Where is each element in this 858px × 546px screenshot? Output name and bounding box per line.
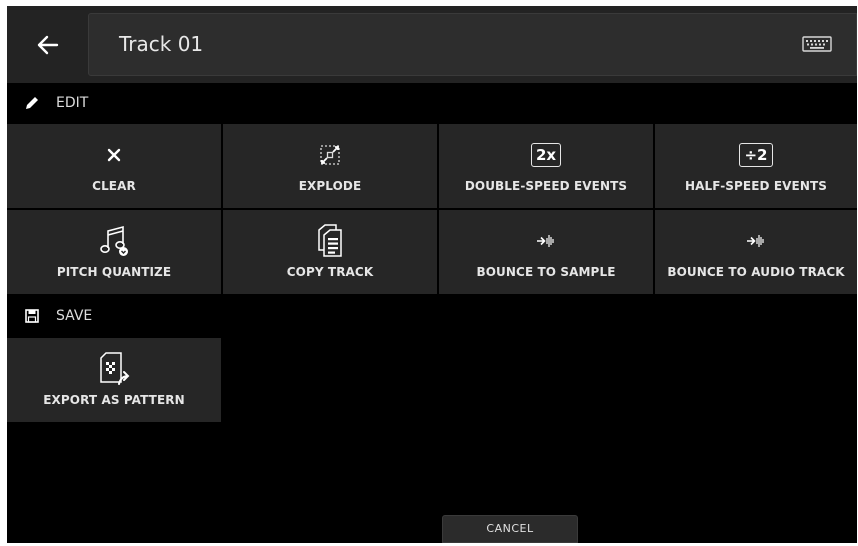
music-note-icon	[100, 225, 128, 256]
bounce-icon	[747, 235, 764, 247]
double-speed-icon: 2x	[530, 143, 562, 167]
track-name-field[interactable]: Track 01	[88, 13, 857, 76]
half-speed-events-button[interactable]: ÷2 HALF-SPEED EVENTS	[655, 124, 857, 208]
edit-section-label: EDIT	[56, 95, 89, 111]
save-section-header: SAVE	[7, 296, 857, 336]
copy-track-button[interactable]: COPY TRACK	[223, 210, 437, 294]
bounce-to-audio-track-label: BOUNCE TO AUDIO TRACK	[667, 265, 845, 279]
clear-label: CLEAR	[92, 179, 136, 193]
x-icon	[107, 148, 121, 162]
copy-track-label: COPY TRACK	[286, 265, 374, 279]
save-section-label: SAVE	[56, 308, 93, 324]
bounce-to-sample-button[interactable]: BOUNCE TO SAMPLE	[439, 210, 653, 294]
track-edit-screen: Track 01 EDIT CLEAR EXPLODE 2x DOUBLE-SP…	[7, 6, 857, 543]
header-bar: Track 01	[7, 6, 857, 83]
double-speed-events-button[interactable]: 2x DOUBLE-SPEED EVENTS	[439, 124, 653, 208]
pitch-quantize-label: PITCH QUANTIZE	[56, 265, 172, 279]
bounce-icon	[537, 235, 554, 247]
cancel-button[interactable]: CANCEL	[442, 515, 578, 543]
floppy-disk-icon	[24, 308, 40, 324]
arrow-left-icon	[37, 35, 58, 54]
double-speed-events-label: DOUBLE-SPEED EVENTS	[464, 179, 628, 193]
export-as-pattern-button[interactable]: EXPORT AS PATTERN	[7, 338, 221, 422]
bounce-to-sample-label: BOUNCE TO SAMPLE	[476, 265, 616, 279]
pitch-quantize-button[interactable]: PITCH QUANTIZE	[7, 210, 221, 294]
half-speed-icon: ÷2	[739, 143, 773, 167]
explode-icon	[320, 145, 340, 165]
keyboard-icon	[802, 36, 832, 52]
back-button[interactable]	[7, 6, 88, 83]
explode-label: EXPLODE	[298, 179, 362, 193]
keyboard-button[interactable]	[802, 34, 832, 54]
explode-button[interactable]: EXPLODE	[223, 124, 437, 208]
clear-button[interactable]: CLEAR	[7, 124, 221, 208]
copy-document-icon	[318, 224, 342, 257]
bounce-to-audio-track-button[interactable]: BOUNCE TO AUDIO TRACK	[655, 210, 857, 294]
half-speed-events-label: HALF-SPEED EVENTS	[684, 179, 827, 193]
track-name-text: Track 01	[119, 32, 204, 56]
edit-section-header: EDIT	[7, 83, 857, 123]
export-pattern-icon	[100, 352, 130, 385]
export-as-pattern-label: EXPORT AS PATTERN	[43, 393, 185, 407]
pencil-icon	[24, 95, 40, 111]
